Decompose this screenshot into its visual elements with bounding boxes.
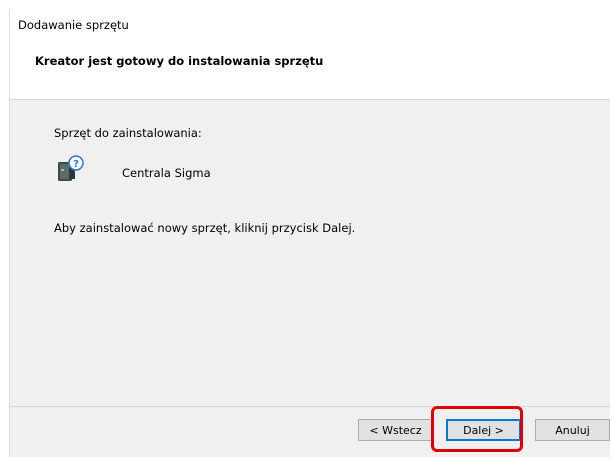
window-title: Dodawanie sprzętu bbox=[18, 18, 129, 32]
device-name: Centrala Sigma bbox=[122, 166, 211, 180]
page-title: Kreator jest gotowy do instalowania sprz… bbox=[35, 54, 324, 68]
instruction-text: Aby zainstalować nowy sprzęt, kliknij pr… bbox=[54, 221, 356, 235]
devices-label: Sprzęt do zainstalowania: bbox=[54, 126, 202, 140]
unknown-device-icon: ? bbox=[55, 155, 85, 185]
wizard-content-panel bbox=[10, 100, 610, 406]
back-button[interactable]: < Wstecz bbox=[358, 419, 433, 441]
cancel-button[interactable]: Anuluj bbox=[535, 419, 610, 441]
svg-text:?: ? bbox=[73, 159, 79, 170]
next-button[interactable]: Dalej > bbox=[446, 419, 521, 441]
